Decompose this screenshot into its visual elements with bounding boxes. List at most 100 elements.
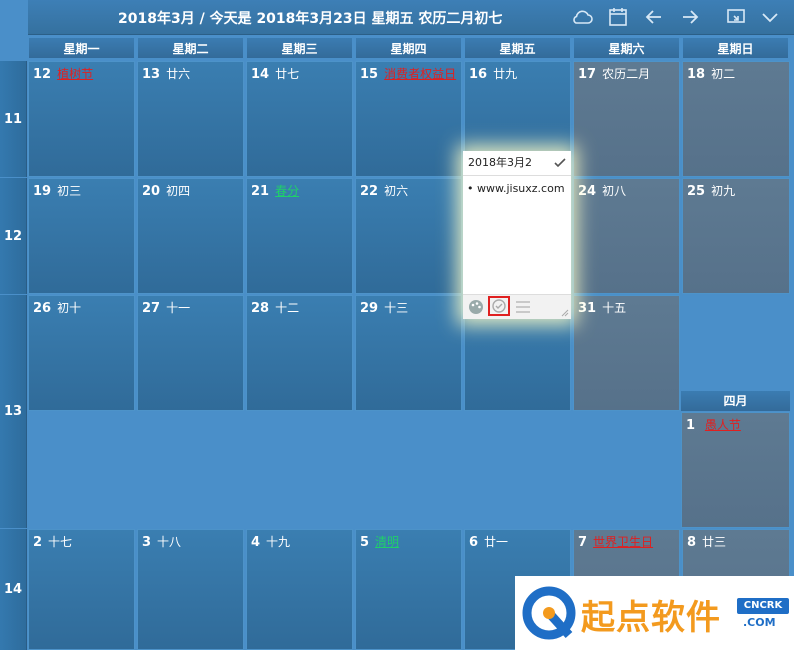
palette-icon[interactable] (468, 299, 484, 315)
cloud-icon[interactable] (570, 5, 594, 29)
note-item[interactable]: • www.jisuxz.com (463, 176, 571, 195)
day-number: 26 (33, 301, 52, 316)
day-cell[interactable]: 18 初二 (682, 61, 790, 177)
window-icon[interactable] (724, 5, 748, 29)
day-number: 4 (251, 535, 261, 550)
day-cell[interactable]: 19 初三 (28, 178, 135, 294)
holiday-label[interactable]: 植树节 (57, 67, 93, 81)
calendar-icon[interactable] (606, 5, 630, 29)
day-cell[interactable]: 12 植树节 (28, 61, 135, 177)
week-number: 11 (0, 61, 27, 177)
lunar-date: 十七 (48, 535, 73, 549)
watermark-brand: 起点软件 (581, 598, 721, 638)
lunar-date: 十五 (602, 301, 627, 315)
lunar-date: 廿三 (702, 535, 727, 549)
day-cell[interactable]: 22 初六 (355, 178, 462, 294)
lunar-date: 农历二月 (602, 67, 651, 81)
holiday-label[interactable]: 消费者权益日 (384, 67, 456, 81)
day-number: 25 (687, 184, 706, 199)
week-number: 14 (0, 529, 27, 650)
lunar-date: 初三 (57, 184, 82, 198)
lunar-date: 初四 (166, 184, 191, 198)
day-cell[interactable]: 29 十三 (355, 295, 462, 411)
weekday-header: 星期四 (355, 37, 462, 59)
day-cell[interactable]: 21 春分 (246, 178, 353, 294)
week-number: 12 (0, 178, 27, 294)
lunar-date: 廿七 (275, 67, 300, 81)
lunar-date: 初八 (602, 184, 627, 198)
day-cell[interactable]: 26 初十 (28, 295, 135, 411)
lunar-date: 廿九 (493, 67, 518, 81)
holiday-label[interactable]: 清明 (375, 535, 399, 549)
day-cell[interactable]: 4 十九 (246, 529, 353, 650)
watermark-logo: 起点软件 CNCRK .COM (515, 576, 794, 650)
watermark-badge: CNCRK (737, 598, 789, 614)
day-number: 31 (578, 301, 597, 316)
arrow-left-icon[interactable] (642, 5, 666, 29)
day-cell[interactable]: 20 初四 (137, 178, 244, 294)
day-cell[interactable]: 1 愚人节 (681, 412, 790, 528)
day-cell[interactable]: 15 消费者权益日 (355, 61, 462, 177)
lunar-date: 十一 (166, 301, 191, 315)
weekday-header: 星期三 (246, 37, 353, 59)
day-number: 20 (142, 184, 161, 199)
day-cell[interactable]: 2 十七 (28, 529, 135, 650)
day-cell[interactable]: 24 初八 (573, 178, 680, 294)
day-cell[interactable]: 28 十二 (246, 295, 353, 411)
done-button[interactable] (488, 296, 510, 316)
week-number: 13 (0, 295, 27, 528)
day-cell[interactable]: 27 十一 (137, 295, 244, 411)
chevron-down-icon[interactable] (758, 5, 782, 29)
arrow-right-icon[interactable] (678, 5, 702, 29)
holiday-label[interactable]: 愚人节 (705, 418, 741, 432)
day-cell[interactable]: 3 十八 (137, 529, 244, 650)
weekday-header: 星期日 (682, 37, 789, 59)
day-number: 19 (33, 184, 52, 199)
lunar-date: 十二 (275, 301, 300, 315)
day-number: 1 (686, 418, 696, 433)
day-number: 7 (578, 535, 588, 550)
check-icon[interactable] (553, 156, 567, 170)
day-number: 21 (251, 184, 270, 199)
note-popup: 2018年3月2 • www.jisuxz.com (463, 151, 571, 319)
day-number: 15 (360, 67, 379, 82)
lunar-date: 十八 (157, 535, 182, 549)
note-popup-toolbar (463, 294, 571, 319)
resize-handle-icon[interactable] (561, 309, 569, 317)
holiday-label[interactable]: 世界卫生日 (593, 535, 653, 549)
lunar-date: 初六 (384, 184, 409, 198)
lunar-date: 初十 (57, 301, 82, 315)
day-number: 16 (469, 67, 488, 82)
lunar-date: 廿一 (484, 535, 509, 549)
day-cell[interactable]: 25 初九 (682, 178, 790, 294)
lunar-date: 十九 (266, 535, 291, 549)
month-header: 四月 (681, 391, 790, 411)
watermark-domain: .COM (743, 616, 776, 629)
weekday-header: 星期六 (573, 37, 680, 59)
day-cell[interactable]: 17 农历二月 (573, 61, 680, 177)
header-bar: 2018年3月 / 今天是 2018年3月23日 星期五 农历二月初七 (28, 0, 794, 35)
check-circle-icon (492, 299, 506, 313)
day-number: 28 (251, 301, 270, 316)
day-number: 17 (578, 67, 597, 82)
day-number: 24 (578, 184, 597, 199)
list-icon[interactable] (515, 300, 531, 314)
lunar-date: 廿六 (166, 67, 191, 81)
weekday-header: 星期一 (28, 37, 135, 59)
day-number: 29 (360, 301, 379, 316)
note-date: 2018年3月2 (468, 156, 532, 169)
empty-area (28, 412, 681, 528)
day-number: 13 (142, 67, 161, 82)
day-number: 3 (142, 535, 152, 550)
day-cell[interactable]: 5 清明 (355, 529, 462, 650)
note-popup-header: 2018年3月2 (463, 151, 571, 176)
day-number: 8 (687, 535, 697, 550)
day-cell[interactable]: 14 廿七 (246, 61, 353, 177)
weekday-header: 星期二 (137, 37, 244, 59)
header-title: 2018年3月 / 今天是 2018年3月23日 星期五 农历二月初七 (118, 11, 503, 27)
day-number: 18 (687, 67, 706, 82)
day-number: 22 (360, 184, 379, 199)
day-cell[interactable]: 13 廿六 (137, 61, 244, 177)
holiday-label[interactable]: 春分 (275, 184, 299, 198)
day-cell[interactable]: 31 十五 (573, 295, 680, 411)
